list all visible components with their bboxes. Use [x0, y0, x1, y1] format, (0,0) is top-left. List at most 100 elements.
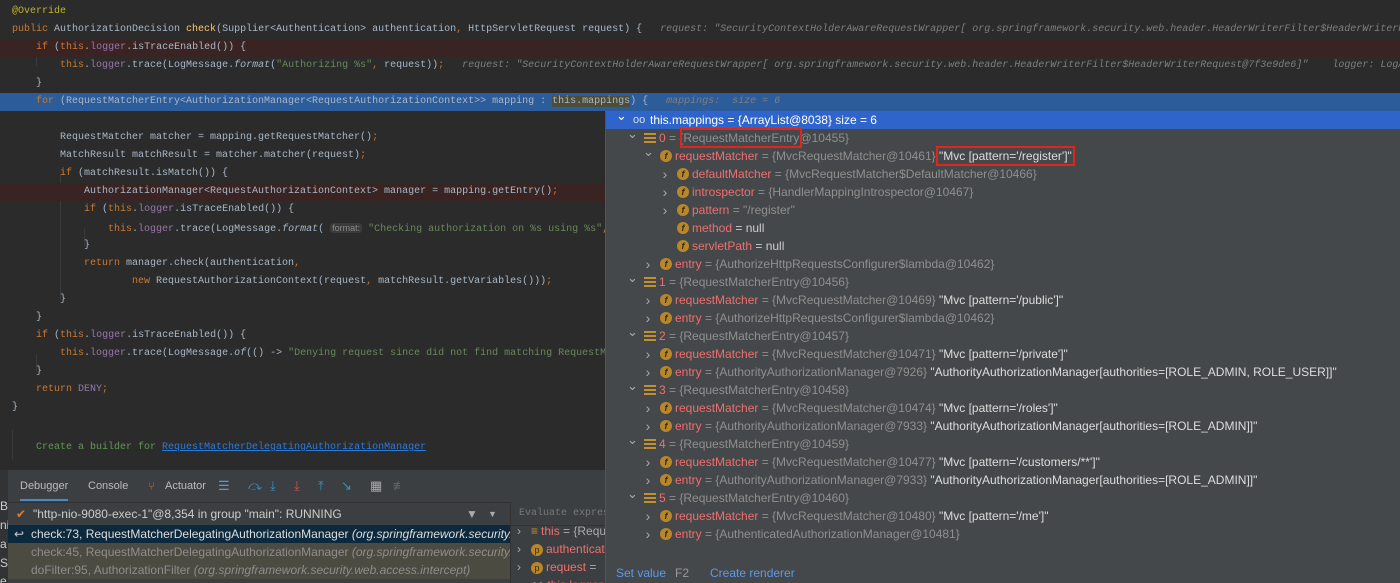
- chevron-right-icon[interactable]: ›: [643, 291, 653, 309]
- tree-row[interactable]: ⌄ 3 = {RequestMatcherEntry@10458}: [606, 378, 1400, 399]
- tree-row[interactable]: › f entry = {AuthorizeHttpRequestsConfigur…: [606, 255, 1400, 273]
- tree-row[interactable]: › f requestMatcher = {MvcRequestMatcher@10…: [606, 507, 1400, 525]
- trace-icon[interactable]: ≢: [393, 479, 406, 493]
- tree-row[interactable]: › f requestMatcher = {MvcRequestMatcher@10…: [606, 453, 1400, 471]
- tree-row[interactable]: › f pattern = "/register": [606, 201, 1400, 219]
- code-token: logger: [90, 42, 127, 53]
- tab-debugger[interactable]: Debugger: [20, 480, 69, 501]
- node-string-value: "Mvc [pattern='/public']": [939, 293, 1064, 307]
- chevron-right-icon[interactable]: ›: [517, 542, 521, 556]
- variable-row[interactable]: ›pauthentication =: [517, 540, 610, 558]
- chevron-right-icon[interactable]: ›: [643, 525, 653, 543]
- chevron-down-icon[interactable]: ⌄: [643, 143, 654, 161]
- tree-row[interactable]: › f entry = {AuthorityAuthorizationManager…: [606, 363, 1400, 381]
- chevron-right-icon[interactable]: ›: [643, 255, 653, 273]
- step-out-icon[interactable]: ⤒: [318, 479, 324, 493]
- node-string-value: "AuthorityAuthorizationManager[authoriti…: [930, 365, 1337, 379]
- stack-frame[interactable]: doFilter:95, AuthorizationFilter (org.sp…: [8, 561, 510, 579]
- tree-node-label: requestMatcher = {MvcRequestMatcher@1046…: [675, 291, 1063, 309]
- tree-row[interactable]: › f entry = {AuthorityAuthorizationManager…: [606, 471, 1400, 489]
- chevron-right-icon[interactable]: ›: [517, 560, 521, 574]
- node-value: = {RequestMatcherEntry@10456}: [665, 275, 849, 289]
- tree-row[interactable]: ⌄ oo this.mappings = {ArrayList@8038} size…: [606, 111, 1400, 129]
- code-token: logger: [90, 330, 127, 341]
- tree-row[interactable]: › f requestMatcher = {MvcRequestMatcher@10…: [606, 291, 1400, 309]
- force-step-into-icon[interactable]: ⤓: [294, 479, 300, 493]
- chevron-down-icon[interactable]: ⌄: [627, 431, 638, 449]
- chevron-down-icon[interactable]: ⌄: [627, 323, 638, 341]
- chevron-right-icon[interactable]: ›: [643, 417, 653, 435]
- param-icon: p: [531, 544, 543, 556]
- tree-row[interactable]: ⌄ 2 = {RequestMatcherEntry@10457}: [606, 324, 1400, 345]
- set-value-link[interactable]: Set value: [616, 563, 666, 583]
- filter-icon[interactable]: ▼: [466, 503, 478, 525]
- tree-row[interactable]: ⌄ 5 = {RequestMatcherEntry@10460}: [606, 486, 1400, 507]
- chevron-down-icon[interactable]: ⌄: [627, 125, 638, 143]
- evaluate-icon[interactable]: ▦: [370, 479, 382, 493]
- node-name: requestMatcher: [675, 149, 759, 163]
- chevron-right-icon[interactable]: ›: [660, 165, 670, 183]
- code-token: (() ->: [246, 348, 289, 359]
- code-token: MatchResult matchResult = matcher.matche…: [12, 150, 361, 161]
- chevron-right-icon[interactable]: ›: [643, 507, 653, 525]
- tree-row[interactable]: ⌄ 1 = {RequestMatcherEntry@10456}: [606, 270, 1400, 291]
- tree-row[interactable]: ⌄ 4 = {RequestMatcherEntry@10459}: [606, 432, 1400, 453]
- tree-row[interactable]: › f entry = {AuthenticatedAuthorizationMan…: [606, 525, 1400, 543]
- node-name: entry: [675, 527, 702, 541]
- list-icon: ≡: [531, 524, 539, 538]
- chevron-right-icon[interactable]: ›: [643, 345, 653, 363]
- tree-row[interactable]: › f requestMatcher = {MvcRequestMatcher@10…: [606, 399, 1400, 417]
- chevron-right-icon[interactable]: ›: [517, 524, 521, 538]
- create-renderer-link[interactable]: Create renderer: [710, 563, 795, 583]
- frame-method: check:45, RequestMatcherDelegatingAuthor…: [31, 545, 352, 559]
- chevron-down-icon[interactable]: ⌄: [616, 111, 627, 125]
- tree-row[interactable]: f servletPath = null: [606, 237, 1400, 255]
- code-line: if (this.logger.isTraceEnabled()) {: [0, 39, 1400, 57]
- tree-node-label: entry = {AuthorizeHttpRequestsConfigurer…: [675, 255, 994, 273]
- stack-frame[interactable]: ↩ check:73, RequestMatcherDelegatingAutho…: [8, 525, 510, 543]
- stack-frame[interactable]: check:45, RequestMatcherDelegatingAuthor…: [8, 543, 510, 561]
- chevron-right-icon[interactable]: ›: [643, 363, 653, 381]
- run-to-cursor-icon[interactable]: ↘: [341, 479, 352, 493]
- chevron-down-icon[interactable]: ⌄: [627, 485, 638, 503]
- tree-row[interactable]: › f defaultMatcher = {MvcRequestMatcher$De…: [606, 165, 1400, 183]
- field-icon: f: [660, 402, 672, 414]
- layout-icon[interactable]: ☰: [218, 479, 230, 493]
- code-token: for: [12, 96, 61, 107]
- tree-row[interactable]: f method = null: [606, 219, 1400, 237]
- chevron-right-icon[interactable]: ›: [660, 183, 670, 201]
- tree-row[interactable]: ⌄ 0 = {RequestMatcherEntry@10455}: [606, 126, 1400, 148]
- tree-row[interactable]: › f entry = {AuthorityAuthorizationManager…: [606, 417, 1400, 435]
- chevron-right-icon[interactable]: ›: [643, 399, 653, 417]
- tree-row[interactable]: › f introspector = {HandlerMappingIntrospe…: [606, 183, 1400, 201]
- step-into-icon[interactable]: ⤓: [270, 479, 276, 493]
- thread-selector[interactable]: ✔ "http-nio-9080-exec-1"@8,354 in group …: [8, 502, 510, 524]
- chevron-down-icon[interactable]: ⌄: [627, 377, 638, 395]
- tree-node-label: 0 = {RequestMatcherEntry@10455}: [659, 128, 849, 148]
- chevron-down-icon[interactable]: ▼: [488, 503, 497, 525]
- code-token: if: [12, 330, 55, 341]
- chevron-right-icon[interactable]: ›: [643, 471, 653, 489]
- code-token: AuthorizationManager<RequestAuthorizatio…: [12, 186, 553, 197]
- tree-node-label: 4 = {RequestMatcherEntry@10459}: [659, 435, 849, 453]
- tree-row[interactable]: › f entry = {AuthorizeHttpRequestsConfigur…: [606, 309, 1400, 327]
- node-name: this.mappings: [650, 113, 725, 127]
- chevron-down-icon[interactable]: ⌄: [627, 269, 638, 287]
- tree-row[interactable]: ⌄ f requestMatcher = {MvcRequestMatcher@10…: [606, 144, 1400, 166]
- chevron-right-icon[interactable]: ›: [660, 201, 670, 219]
- code-token: ;: [552, 186, 559, 197]
- field-icon: f: [660, 420, 672, 432]
- variable-row[interactable]: › p request =: [517, 558, 596, 576]
- tab-console[interactable]: Console: [88, 480, 128, 492]
- variable-row[interactable]: › ≡this = {RequestMatcherDelegatingAuthor…: [517, 522, 610, 540]
- set-value-shortcut: F2: [675, 566, 690, 580]
- tree-row[interactable]: › f requestMatcher = {MvcRequestMatcher@10…: [606, 345, 1400, 363]
- chevron-right-icon[interactable]: ›: [517, 578, 521, 583]
- chevron-right-icon[interactable]: ›: [643, 309, 653, 327]
- tab-actuator[interactable]: Actuator: [165, 480, 206, 492]
- code-token: RequestMatcherDelegatingAuthorizationMan…: [162, 442, 427, 453]
- chevron-right-icon[interactable]: ›: [643, 453, 653, 471]
- node-name: defaultMatcher: [692, 167, 772, 181]
- step-over-icon[interactable]: ⤼: [248, 479, 262, 493]
- variable-row[interactable]: › oothis.logger: [517, 576, 603, 583]
